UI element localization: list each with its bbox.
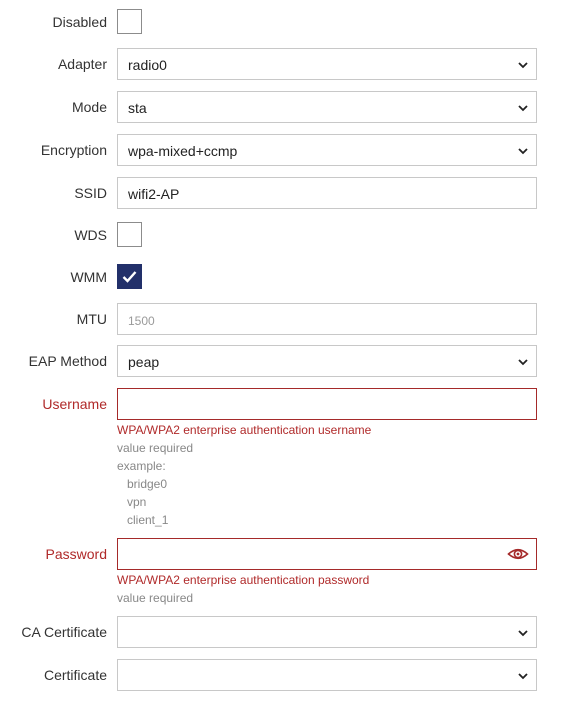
username-required: value required [117,441,194,455]
username-label: Username [42,396,107,412]
mtu-label: MTU [76,311,107,327]
checkmark-icon [122,271,137,283]
wmm-checkbox[interactable] [117,264,142,289]
mode-label: Mode [71,99,107,115]
wds-label: WDS [74,227,107,243]
eye-icon[interactable] [507,545,529,563]
eap-method-label: EAP Method [28,353,107,369]
chevron-down-icon [518,673,528,680]
eap-method-select[interactable]: peap [117,345,537,377]
username-example-label: example: [117,459,166,473]
username-input[interactable] [117,388,537,420]
ca-certificate-select[interactable] [117,616,537,648]
disabled-checkbox[interactable] [117,9,142,34]
adapter-label: Adapter [57,56,107,72]
mode-value: sta [128,100,147,116]
certificate-label: Certificate [43,667,107,683]
password-description: WPA/WPA2 enterprise authentication passw… [117,573,370,587]
ssid-label: SSID [74,185,107,201]
mtu-placeholder: 1500 [128,314,155,328]
chevron-down-icon [518,148,528,155]
ca-certificate-label: CA Certificate [21,624,107,640]
username-example-item: bridge0 [127,477,168,491]
eap-method-value: peap [128,354,160,370]
encryption-select[interactable]: wpa-mixed+ccmp [117,134,537,166]
mode-select[interactable]: sta [117,91,537,123]
mtu-input[interactable]: 1500 [117,303,537,335]
username-example-item: client_1 [127,513,169,527]
chevron-down-icon [518,62,528,69]
disabled-label: Disabled [52,14,107,30]
password-input[interactable] [117,538,537,570]
wds-checkbox[interactable] [117,222,142,247]
password-required: value required [117,591,194,605]
username-description: WPA/WPA2 enterprise authentication usern… [117,423,372,437]
encryption-label: Encryption [40,142,107,158]
ssid-input[interactable]: wifi2-AP [117,177,537,209]
chevron-down-icon [518,105,528,112]
adapter-value: radio0 [128,57,167,73]
wmm-label: WMM [70,269,107,285]
chevron-down-icon [518,359,528,366]
encryption-value: wpa-mixed+ccmp [128,143,238,159]
certificate-select[interactable] [117,659,537,691]
chevron-down-icon [518,630,528,637]
adapter-select[interactable]: radio0 [117,48,537,80]
ssid-value: wifi2-AP [128,186,180,202]
username-example-item: vpn [127,495,147,509]
password-label: Password [45,546,107,562]
